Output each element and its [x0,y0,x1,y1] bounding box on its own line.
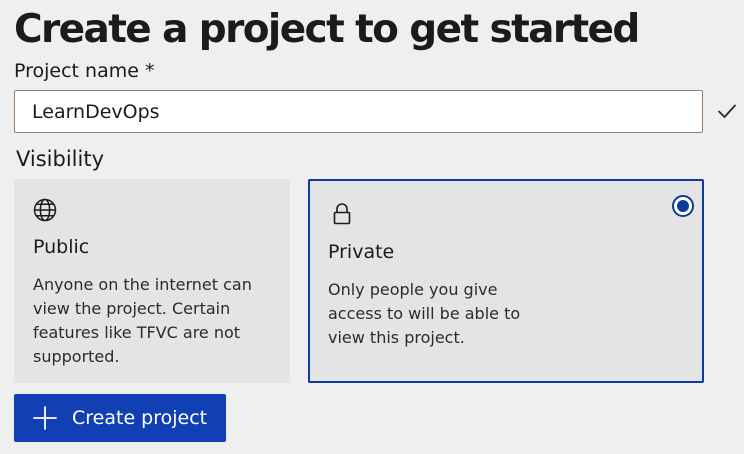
page-title: Create a project to get started [14,7,640,52]
check-icon [718,104,736,118]
create-project-button[interactable]: Create project [14,394,226,442]
visibility-option-description: Anyone on the internet can view the proj… [33,275,252,366]
visibility-option-title: Private [328,241,395,263]
radio-dot [677,200,689,212]
visibility-label: Visibility [16,147,105,171]
project-name-label: Project name * [14,60,155,82]
project-name-input[interactable] [14,90,703,133]
globe-icon [33,198,57,222]
visibility-option-title: Public [33,236,90,258]
visibility-option-public[interactable]: Public Anyone on the internet can view t… [14,179,290,383]
selected-radio[interactable] [672,195,694,217]
create-project-label: Create project [72,407,208,429]
lock-icon [333,203,351,225]
plus-icon [33,406,57,430]
visibility-option-private[interactable]: Private Only people you give access to w… [308,179,704,383]
create-project-page: Create a project to get started Project … [0,0,744,454]
visibility-option-description: Only people you give access to will be a… [328,280,521,347]
